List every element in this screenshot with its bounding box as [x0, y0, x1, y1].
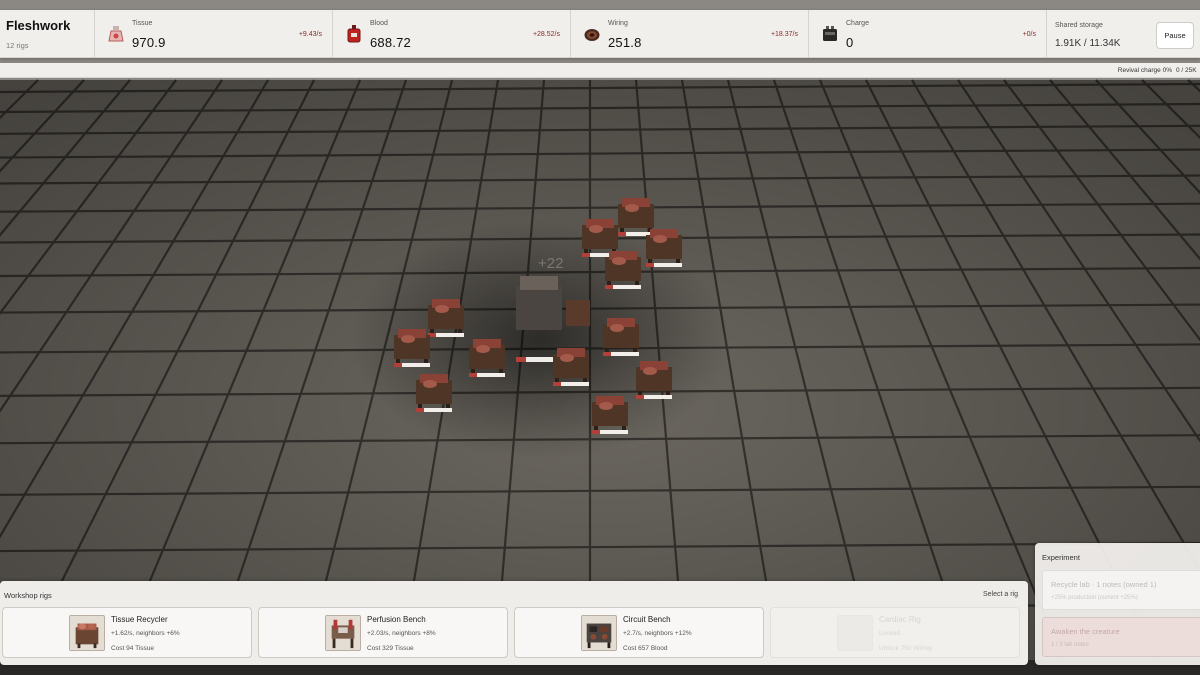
- recycle-lab-button[interactable]: Recycle lab · 1 notes (owned 1) +25% pro…: [1042, 570, 1200, 610]
- rig-stat: +1.62/s, neighbors +6%: [111, 630, 180, 637]
- awaken-creature-button[interactable]: Awaken the creature 1 / 3 lab notes: [1042, 617, 1200, 657]
- rig-name: Cardiac Rig: [879, 615, 921, 624]
- awaken-label: Awaken the creature: [1051, 627, 1120, 636]
- rig-cost: Unlock 750 Wiring: [879, 645, 932, 652]
- rig-cost: Cost 657 Blood: [623, 645, 668, 652]
- experiment-title: Experiment: [1042, 553, 1080, 562]
- brand-block: Fleshwork 12 rigs: [0, 10, 95, 57]
- tissue-flask-icon: [108, 26, 124, 42]
- rig-count: 12 rigs: [6, 41, 29, 50]
- resource-value: 970.9: [132, 35, 166, 50]
- battery-icon: [823, 26, 837, 41]
- resource-rate: +0/s: [1022, 31, 1036, 38]
- floating-gain-text: +22: [538, 255, 563, 272]
- rig-stat: +2.03/s, neighbors +8%: [367, 630, 436, 637]
- revival-label: Revival charge 0%: [1117, 67, 1172, 74]
- resource-rate: +9.43/s: [298, 31, 322, 38]
- revival-count: 0 / 25K: [1176, 67, 1197, 74]
- rig-card-perfusion-bench[interactable]: Perfusion Bench +2.03/s, neighbors +8% C…: [258, 607, 508, 658]
- rig-name: Perfusion Bench: [367, 615, 426, 624]
- resource-wiring: Wiring 251.8 +18.37/s: [571, 10, 809, 57]
- shared-storage: Shared storage 1.91K / 11.34K: [1047, 10, 1142, 57]
- resource-name: Tissue: [132, 20, 153, 27]
- storage-value: 1.91K / 11.34K: [1055, 38, 1121, 49]
- tissue-recycler-icon: [69, 615, 105, 651]
- workshop-title: Workshop rigs: [4, 591, 52, 600]
- rig-card-circuit-bench[interactable]: Circuit Bench +2.7/s, neighbors +12% Cos…: [514, 607, 764, 658]
- perfusion-bench-icon: [325, 615, 361, 651]
- recycle-lab-label: Recycle lab · 1 notes (owned 1): [1051, 580, 1157, 589]
- resource-blood: Blood 688.72 +28.52/s: [333, 10, 571, 57]
- blood-bag-icon: [347, 25, 361, 43]
- factory-floor-scene[interactable]: +22: [0, 0, 1200, 675]
- rig-card-tissue-recycler[interactable]: Tissue Recycler +1.62/s, neighbors +6% C…: [2, 607, 252, 658]
- experiment-panel: Experiment Recycle lab · 1 notes (owned …: [1035, 543, 1200, 665]
- awaken-sub: 1 / 3 lab notes: [1051, 642, 1089, 648]
- cardiac-rig-icon: [837, 615, 873, 651]
- circuit-bench-icon: [581, 615, 617, 651]
- pause-button[interactable]: Pause: [1156, 22, 1194, 49]
- resource-name: Charge: [846, 20, 869, 27]
- rig-cost: Cost 94 Tissue: [111, 645, 154, 652]
- resource-rate: +28.52/s: [532, 31, 560, 38]
- game-title: Fleshwork: [6, 18, 71, 33]
- resource-name: Blood: [370, 20, 388, 27]
- revival-charge-bar: Revival charge 0% 0 / 25K: [0, 63, 1200, 78]
- resource-value: 688.72: [370, 35, 411, 50]
- rig-stat: Locked: [879, 630, 900, 637]
- workshop-hint: Select a rig: [982, 591, 1018, 598]
- recycle-lab-sub: +25% production (current +25%): [1051, 595, 1138, 601]
- rig-card-cardiac-rig[interactable]: Cardiac Rig Locked Unlock 750 Wiring: [770, 607, 1020, 658]
- resource-tissue: Tissue 970.9 +9.43/s: [95, 10, 333, 57]
- resource-name: Wiring: [608, 20, 628, 27]
- resource-charge: Charge 0 +0/s: [809, 10, 1047, 57]
- resource-rate: +18.37/s: [770, 31, 798, 38]
- wiring-coil-icon: [584, 29, 600, 41]
- storage-label: Shared storage: [1055, 22, 1103, 29]
- rig-name: Tissue Recycler: [111, 615, 168, 624]
- rig-stat: +2.7/s, neighbors +12%: [623, 630, 692, 637]
- rig-name: Circuit Bench: [623, 615, 671, 624]
- top-resource-bar: Fleshwork 12 rigs Tissue 970.9 +9.43/s B…: [0, 10, 1200, 58]
- workshop-rigs-panel: Workshop rigs Select a rig Tissue Recycl…: [0, 581, 1028, 665]
- resource-value: 0: [846, 35, 854, 50]
- rig-cost: Cost 329 Tissue: [367, 645, 414, 652]
- resource-value: 251.8: [608, 35, 642, 50]
